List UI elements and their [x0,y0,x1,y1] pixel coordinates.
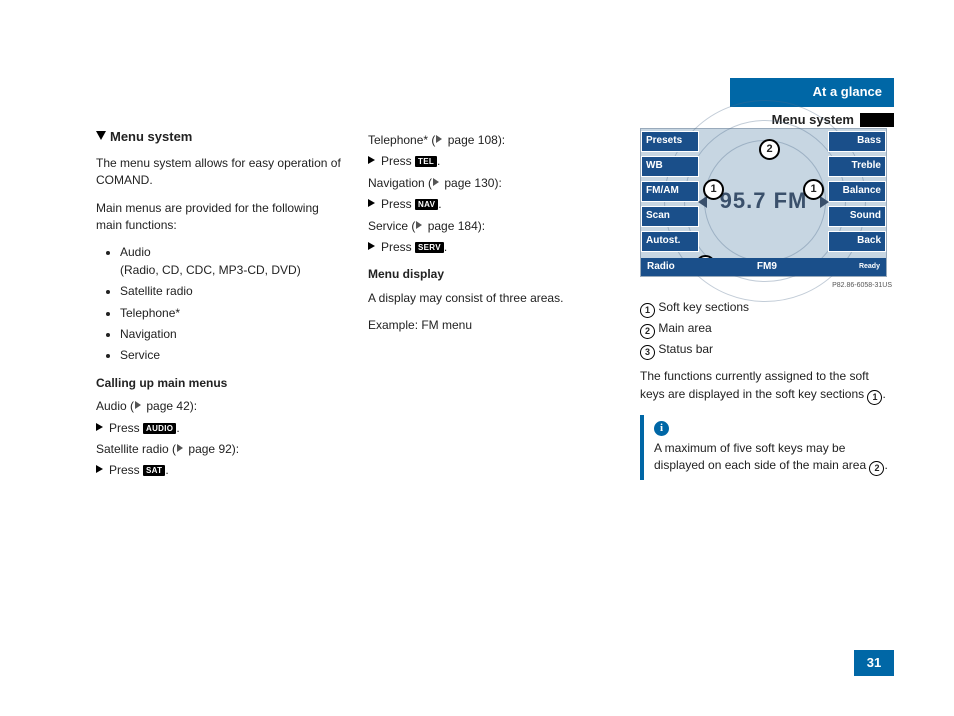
call-line: Telephone* ( page 108): [368,132,614,149]
press-line: Press TEL. [368,153,614,170]
screen-status-bar: Radio FM9 Ready [641,258,886,276]
bullet-icon [96,465,103,473]
pageref-icon [177,444,183,452]
call-line: Navigation ( page 130): [368,175,614,192]
content-columns: Menu system The menu system allows for e… [96,128,894,484]
menu-display-text: A display may consist of three areas. [368,290,614,307]
status-mid: FM9 [757,260,777,275]
softkey-back: Back [828,231,886,252]
list-item: Satellite radio [120,283,342,300]
legend-row: 2 Main area [640,320,892,339]
comand-screen: Presets WB FM/AM Scan Autost. Bass Trebl… [640,128,887,277]
keycap-audio: AUDIO [143,423,176,434]
section-title-text: Menu system [110,129,192,144]
intro2-paragraph: Main menus are provided for the followin… [96,200,342,235]
section-header-text: Menu system [772,111,854,130]
softkey-wb: WB [641,156,699,177]
bullet-icon [368,156,375,164]
call-line: Service ( page 184): [368,218,614,235]
list-item: Service [120,347,342,364]
list-item: Audio(Radio, CD, CDC, MP3-CD, DVD) [120,244,342,279]
keycap-serv: SERV [415,242,444,253]
keycap-sat: SAT [143,465,165,476]
bullet-icon [368,199,375,207]
softkey-treble: Treble [828,156,886,177]
pageref-icon [416,221,422,229]
bullet-icon [368,242,375,250]
seek-right-icon [820,196,829,208]
section-header: Menu system [730,111,894,130]
legend-paragraph: The functions currently assigned to the … [640,368,892,404]
chapter-title: At a glance [730,78,894,107]
page: At a glance Menu system Menu system The … [96,78,894,676]
legend-row: 1 Soft key sections [640,299,892,318]
callout-2: 2 [759,139,780,160]
press-line: Press SAT. [96,462,342,479]
info-icon: i [654,421,669,436]
image-reference: P82.86-6058-31US [640,281,892,291]
pageref-icon [135,401,141,409]
intro-paragraph: The menu system allows for easy operatio… [96,155,342,190]
list-item: Telephone* [120,305,342,322]
softkey-autost: Autost. [641,231,699,252]
pageref-icon [433,178,439,186]
call-line: Audio ( page 42): [96,398,342,415]
status-left: Radio [647,260,675,275]
bullet-icon [96,423,103,431]
section-title: Menu system [96,128,342,147]
press-line: Press AUDIO. [96,420,342,437]
list-item: Navigation [120,326,342,343]
subheading-calling: Calling up main menus [96,375,342,392]
down-triangle-icon [96,131,106,140]
callout-1-left: 1 [703,179,724,200]
press-line: Press NAV. [368,196,614,213]
keycap-tel: TEL [415,156,437,167]
column-3: Presets WB FM/AM Scan Autost. Bass Trebl… [640,128,892,484]
seek-left-icon [698,196,707,208]
softkey-bass: Bass [828,131,886,152]
info-box: i A maximum of five soft keys may be dis… [640,415,892,480]
frequency-value: 95.7 FM [720,188,808,213]
legend-row: 3 Status bar [640,341,892,360]
menu-display-example: Example: FM menu [368,317,614,334]
screen-frequency-row: 95.7 FM [641,185,886,217]
screen-legend: 1 Soft key sections 2 Main area 3 Status… [640,299,892,360]
pageref-icon [436,135,442,143]
info-text: A maximum of five soft keys may be displ… [654,440,892,476]
header-tab-marker [860,113,894,127]
page-header: At a glance Menu system [730,78,894,130]
column-1: Menu system The menu system allows for e… [96,128,342,484]
main-functions-list: Audio(Radio, CD, CDC, MP3-CD, DVD) Satel… [96,244,342,364]
audio-subtext: (Radio, CD, CDC, MP3-CD, DVD) [120,263,301,277]
status-right: Ready [859,262,880,272]
call-line: Satellite radio ( page 92): [96,441,342,458]
press-line: Press SERV. [368,239,614,256]
subheading-menu-display: Menu display [368,266,614,283]
page-number: 31 [854,650,894,676]
callout-1-right: 1 [803,179,824,200]
column-2: Telephone* ( page 108): Press TEL. Navig… [368,128,614,484]
keycap-nav: NAV [415,199,438,210]
softkey-presets: Presets [641,131,699,152]
